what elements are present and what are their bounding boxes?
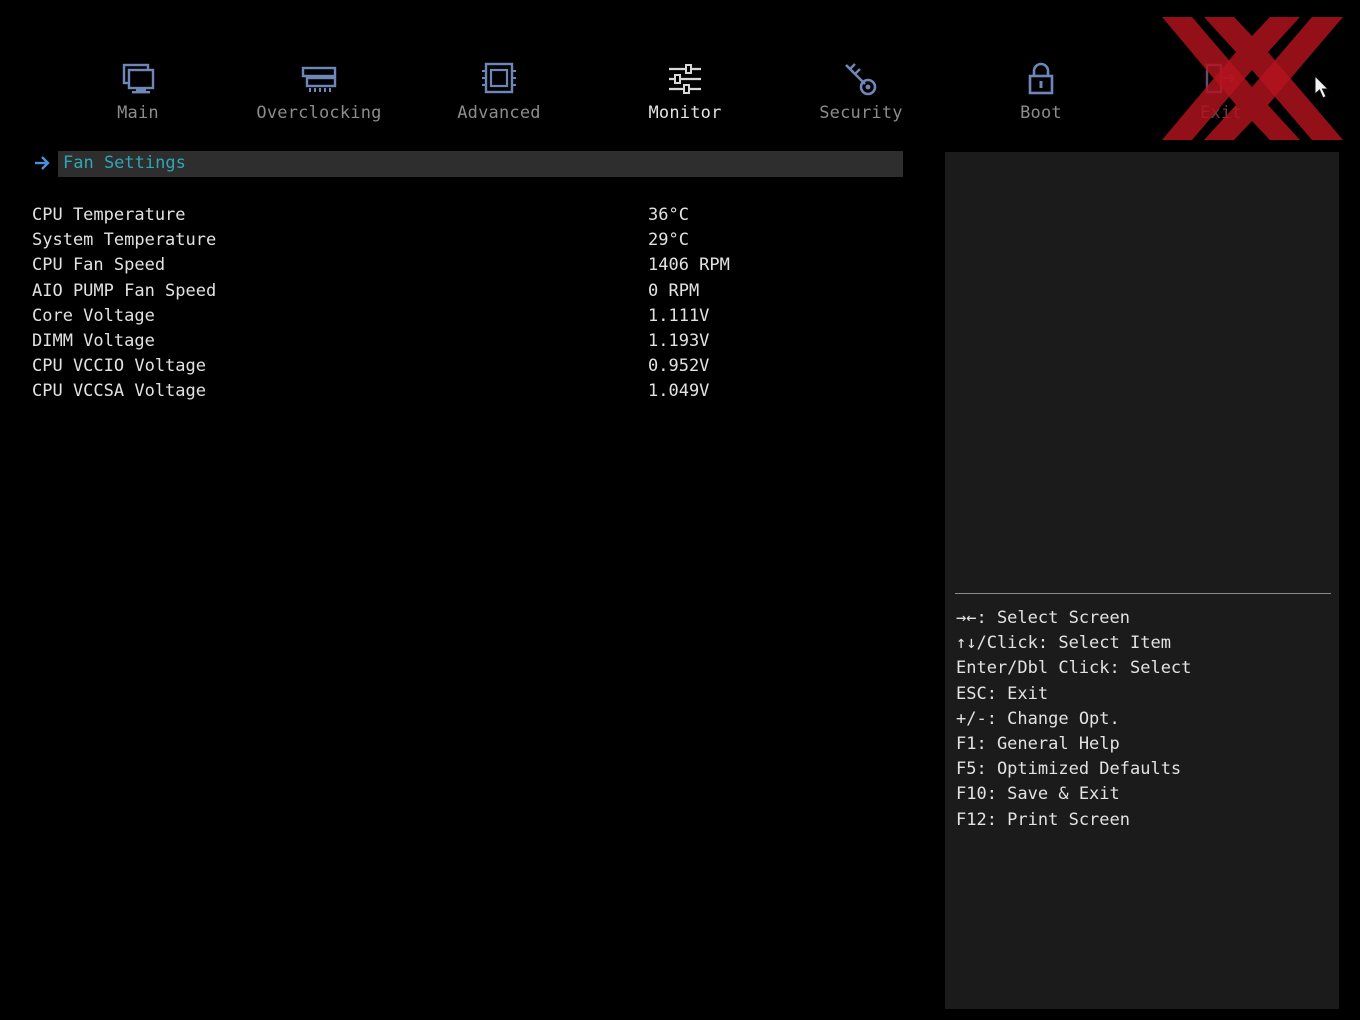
tab-label: Advanced <box>457 103 541 123</box>
reading-name: CPU Temperature <box>32 205 186 225</box>
tab-monitor[interactable]: Monitor <box>610 60 760 123</box>
exit-door-icon <box>1201 60 1241 98</box>
reading-value: 0.952V <box>648 356 710 377</box>
submenu-fan-settings[interactable]: Fan Settings <box>30 151 903 177</box>
help-panel: →←: Select Screen ↑↓/Click: Select Item … <box>945 152 1339 1009</box>
reading-name: DIMM Voltage <box>32 330 155 351</box>
reading-value: 36°C <box>648 205 689 225</box>
reading-row: CPU Temperature 36°C <box>32 203 902 228</box>
tab-advanced[interactable]: Advanced <box>424 60 574 123</box>
reading-row: CPU VCCSA Voltage 1.049V <box>32 379 902 404</box>
tab-overclocking[interactable]: Overclocking <box>244 60 394 123</box>
tab-boot[interactable]: Boot <box>966 60 1116 123</box>
tab-label: Monitor <box>648 103 722 123</box>
tab-security[interactable]: Security <box>786 60 936 123</box>
submenu-label: Fan Settings <box>63 153 186 173</box>
reading-row: CPU VCCIO Voltage 0.952V <box>32 354 902 379</box>
tab-label: Main <box>117 103 159 123</box>
key-hint: +/-: Change Opt. <box>956 708 1120 729</box>
key-icon <box>841 60 881 98</box>
key-hint: F12: Print Screen <box>956 809 1130 830</box>
reading-name: CPU VCCSA Voltage <box>32 381 206 402</box>
reading-name: AIO PUMP Fan Speed <box>32 280 217 301</box>
key-hint: ↑↓/Click: Select Item <box>956 633 1171 654</box>
reading-row: System Temperature 29°C <box>32 228 902 253</box>
cpu-chip-icon <box>479 60 519 98</box>
key-hint: F5: Optimized Defaults <box>956 759 1182 780</box>
arrow-right-icon <box>35 156 50 170</box>
tab-main[interactable]: Main <box>63 60 213 123</box>
reading-value: 0 RPM <box>648 280 700 301</box>
reading-row: CPU Fan Speed 1406 RPM <box>32 253 902 278</box>
key-hint: F10: Save & Exit <box>956 784 1120 805</box>
key-hint: F1: General Help <box>956 733 1120 754</box>
tab-label: Boot <box>1020 103 1062 123</box>
reading-row: DIMM Voltage 1.193V <box>32 329 902 354</box>
memory-module-icon <box>299 60 339 98</box>
reading-name: Core Voltage <box>32 305 155 326</box>
reading-name: CPU VCCIO Voltage <box>32 356 206 377</box>
reading-row: Core Voltage 1.111V <box>32 304 902 329</box>
top-navigation: Main Overclocking Advanced Monitor Secur… <box>0 60 1360 130</box>
lock-icon <box>1021 60 1061 98</box>
tab-label: Overclocking <box>256 103 382 123</box>
reading-value: 29°C <box>648 230 689 251</box>
monitor-computer-icon <box>118 60 158 98</box>
reading-name: System Temperature <box>32 230 217 251</box>
tab-label: Exit <box>1200 103 1242 123</box>
key-hint: ESC: Exit <box>956 683 1049 704</box>
reading-value: 1.193V <box>648 330 710 351</box>
tab-exit[interactable]: Exit <box>1146 60 1296 123</box>
tab-label: Security <box>819 103 903 123</box>
reading-value: 1.049V <box>648 381 710 402</box>
reading-row: AIO PUMP Fan Speed 0 RPM <box>32 279 902 304</box>
help-divider <box>955 593 1331 594</box>
reading-value: 1.111V <box>648 305 710 326</box>
reading-value: 1406 RPM <box>648 255 730 276</box>
key-legend: →←: Select Screen ↑↓/Click: Select Item … <box>956 606 1191 833</box>
sliders-icon <box>665 60 705 98</box>
selected-item-highlight: Fan Settings <box>58 151 903 177</box>
readings-list: CPU Temperature 36°C System Temperature … <box>32 203 902 405</box>
reading-name: CPU Fan Speed <box>32 255 166 276</box>
key-hint: →←: Select Screen <box>956 608 1130 628</box>
key-hint: Enter/Dbl Click: Select <box>956 658 1192 679</box>
